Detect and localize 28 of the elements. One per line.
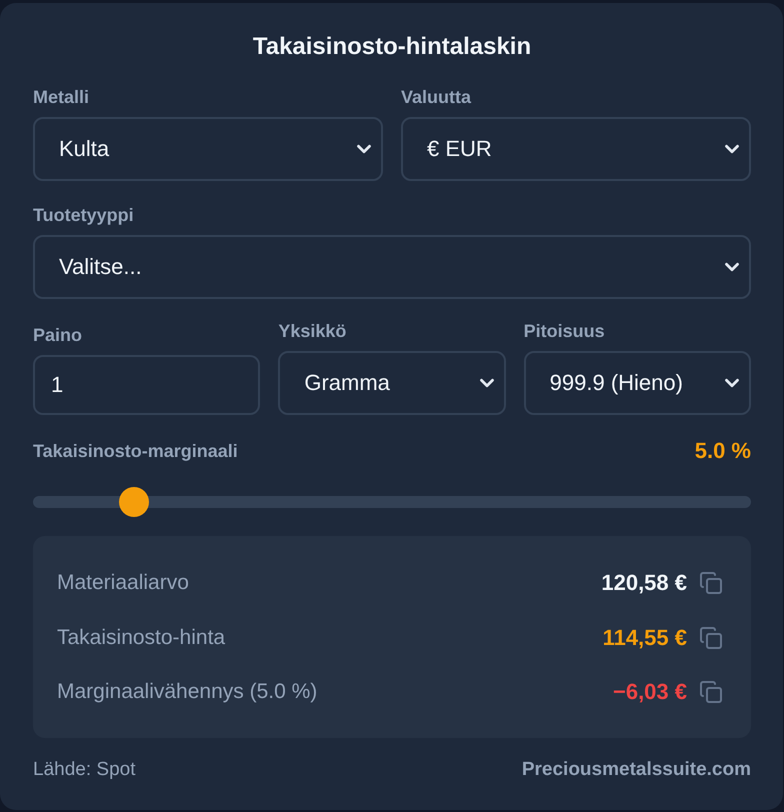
- field-label: Paino: [33, 324, 84, 346]
- field-label: Yksikkö: [278, 320, 348, 342]
- copy-icon[interactable]: [699, 571, 723, 595]
- copy-icon[interactable]: [699, 680, 723, 704]
- number-input[interactable]: 1: [33, 355, 260, 415]
- slider-thumb[interactable]: [118, 487, 149, 517]
- field-label: Tuotetyyppi: [33, 204, 135, 226]
- result-label: Materiaaliarvo: [57, 571, 189, 595]
- dropdown[interactable]: Valitse...: [33, 235, 751, 299]
- result-value: 120,58 €: [601, 570, 687, 596]
- dropdown[interactable]: Kulta: [33, 117, 383, 181]
- dropdown[interactable]: Gramma: [278, 351, 506, 415]
- copy-icon[interactable]: [699, 626, 723, 650]
- field-label: Pitoisuus: [524, 320, 606, 342]
- source-text: Lähde: Spot: [33, 759, 136, 781]
- result-label: Marginaalivähennys (5.0 %): [57, 680, 318, 704]
- calculator-title: Takaisinosto-hintalaskin: [252, 32, 532, 62]
- brand-link[interactable]: Preciousmetalssuite.com: [522, 759, 751, 781]
- margin-reading: 5.0 %: [694, 440, 751, 462]
- dropdown[interactable]: € EUR: [401, 117, 751, 181]
- result-value: −6,03 €: [612, 679, 687, 705]
- slider-label: Takaisinosto-marginaali: [33, 440, 238, 462]
- field-label: Valuutta: [401, 86, 472, 108]
- field-label: Metalli: [33, 86, 90, 108]
- dropdown[interactable]: 999.9 (Hieno): [524, 351, 751, 415]
- slider-track[interactable]: [33, 487, 751, 517]
- result-value: 114,55 €: [602, 624, 687, 650]
- result-label: Takaisinosto-hinta: [57, 626, 226, 650]
